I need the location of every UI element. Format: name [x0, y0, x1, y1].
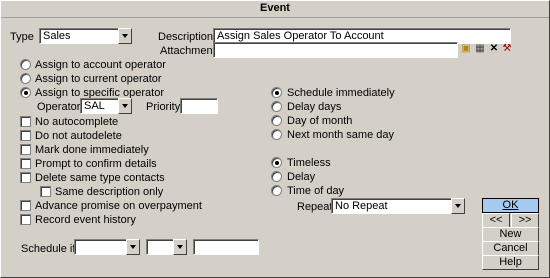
- repeat-select-value: No Repeat: [331, 198, 451, 214]
- cancel-button[interactable]: Cancel: [482, 241, 539, 256]
- repeat-select[interactable]: No Repeat: [331, 198, 465, 214]
- radio-assign-account-operator[interactable]: [20, 59, 31, 70]
- attachment-input[interactable]: [213, 42, 458, 58]
- type-select[interactable]: Sales: [39, 28, 132, 44]
- operator-select[interactable]: SAL: [80, 98, 132, 114]
- schedule-if-select-2-value: [146, 239, 173, 255]
- new-button[interactable]: New: [482, 227, 539, 242]
- checkbox-same-description[interactable]: [40, 186, 51, 197]
- operator-select-value: SAL: [80, 98, 118, 114]
- advance-promise-label: Advance promise on overpayment: [35, 200, 202, 212]
- checkbox-delete-same-type[interactable]: [20, 172, 31, 183]
- checkbox-advance-promise[interactable]: [20, 200, 31, 211]
- radio-day-of-month[interactable]: [271, 115, 282, 126]
- radio-assign-specific-operator[interactable]: [20, 87, 31, 98]
- radio-assign-current-operator[interactable]: [20, 73, 31, 84]
- assign-account-operator-label: Assign to account operator: [35, 59, 166, 71]
- prompt-confirm-label: Prompt to confirm details: [35, 158, 157, 170]
- help-button[interactable]: Help: [482, 255, 539, 270]
- tools-icon[interactable]: ⚒: [501, 43, 513, 54]
- attachment-label: Attachment: [160, 45, 216, 57]
- folder-open-icon[interactable]: ▣: [460, 43, 472, 54]
- checkbox-mark-done[interactable]: [20, 144, 31, 155]
- time-of-day-label: Time of day: [287, 185, 345, 197]
- schedule-immediately-label: Schedule immediately: [287, 87, 395, 99]
- printer-icon[interactable]: ▦: [474, 43, 486, 54]
- delay-days-label: Delay days: [287, 101, 342, 113]
- schedule-if-select-1-value: [74, 239, 126, 255]
- schedule-if-select-2[interactable]: [146, 239, 187, 255]
- checkbox-prompt-confirm[interactable]: [20, 158, 31, 169]
- schedule-if-select-1[interactable]: [74, 239, 140, 255]
- description-label: Description: [158, 31, 214, 43]
- radio-delay-days[interactable]: [271, 101, 282, 112]
- radio-time-of-day[interactable]: [271, 185, 282, 196]
- type-label: Type: [10, 31, 34, 43]
- record-history-label: Record event history: [35, 214, 136, 226]
- repeat-label: Repeat: [297, 201, 333, 213]
- chevron-down-icon[interactable]: [126, 239, 140, 255]
- day-of-month-label: Day of month: [287, 115, 353, 127]
- assign-current-operator-label: Assign to current operator: [35, 73, 162, 85]
- chevron-down-icon[interactable]: [118, 28, 132, 44]
- timeless-label: Timeless: [287, 157, 331, 169]
- delay-label: Delay: [287, 171, 316, 183]
- window-title: Event: [1, 1, 549, 18]
- priority-input[interactable]: [180, 98, 218, 114]
- priority-label: Priority: [146, 101, 181, 113]
- radio-next-month-same-day[interactable]: [271, 129, 282, 140]
- next-button[interactable]: >>: [511, 213, 539, 228]
- delete-x-icon[interactable]: ✕: [488, 43, 500, 54]
- same-description-label: Same description only: [55, 186, 164, 198]
- next-month-same-day-label: Next month same day: [287, 129, 394, 141]
- schedule-if-input[interactable]: [193, 239, 259, 255]
- ok-button[interactable]: OK: [482, 198, 539, 213]
- operator-label: Operator: [37, 101, 81, 113]
- radio-timeless[interactable]: [271, 157, 282, 168]
- no-autocomplete-label: No autocomplete: [35, 116, 119, 128]
- do-not-autodelete-label: Do not autodelete: [35, 130, 122, 142]
- mark-done-label: Mark done immediately: [35, 144, 149, 156]
- radio-delay[interactable]: [271, 171, 282, 182]
- checkbox-no-autocomplete[interactable]: [20, 116, 31, 127]
- schedule-if-label: Schedule if: [21, 243, 76, 255]
- ok-button-label: OK: [502, 199, 519, 211]
- checkbox-do-not-autodelete[interactable]: [20, 130, 31, 141]
- chevron-down-icon[interactable]: [118, 98, 132, 114]
- type-select-value: Sales: [39, 28, 118, 44]
- radio-schedule-immediately[interactable]: [271, 87, 282, 98]
- event-window: Event Type Sales Description Assign Sale…: [0, 0, 550, 278]
- checkbox-record-history[interactable]: [20, 214, 31, 225]
- delete-same-type-label: Delete same type contacts: [35, 172, 165, 184]
- previous-button[interactable]: <<: [482, 213, 510, 228]
- chevron-down-icon[interactable]: [451, 198, 465, 214]
- chevron-down-icon[interactable]: [173, 239, 187, 255]
